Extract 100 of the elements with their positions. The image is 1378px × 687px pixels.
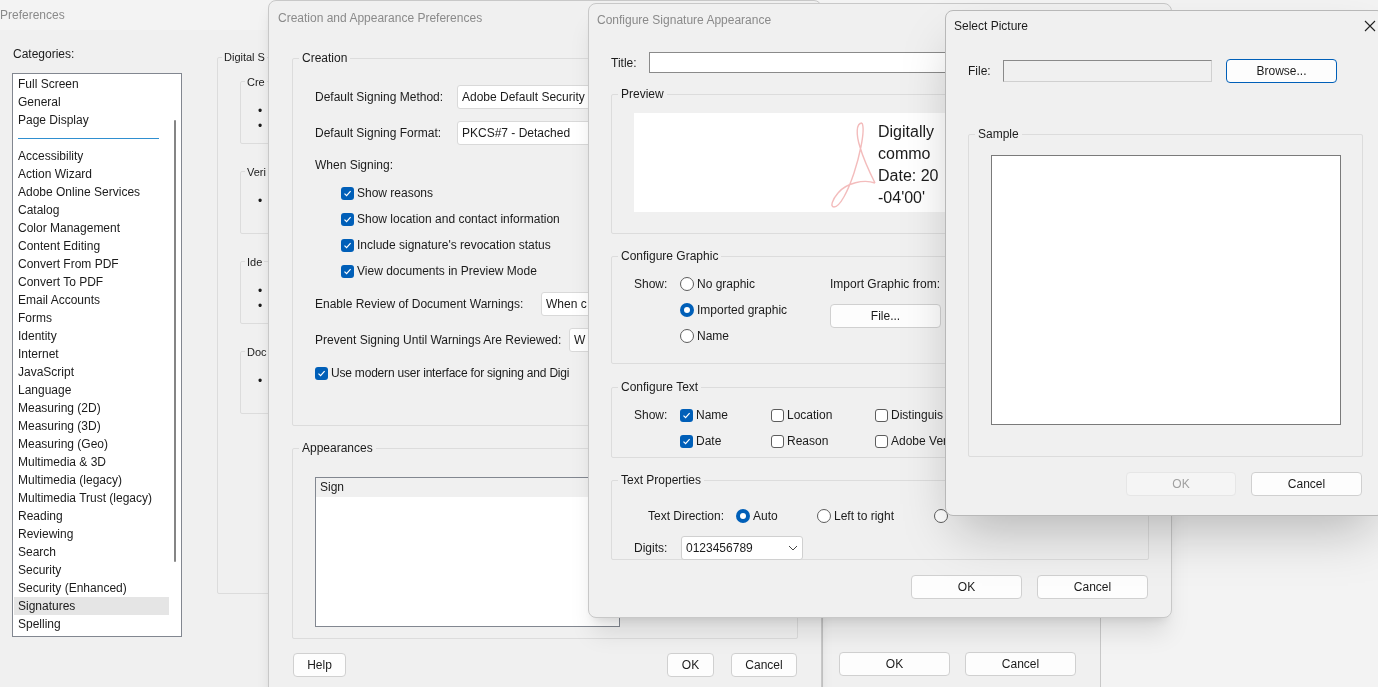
- category-item[interactable]: Search: [14, 543, 169, 561]
- window-title: Creation and Appearance Preferences: [278, 10, 483, 27]
- checkmark-icon: [343, 266, 352, 276]
- radio-button[interactable]: [680, 277, 694, 291]
- group-title: Digital S: [223, 50, 266, 65]
- push-button[interactable]: OK: [667, 653, 714, 677]
- field-label: File:: [968, 63, 992, 80]
- category-item[interactable]: Email Accounts: [14, 291, 169, 309]
- bullet-mark: •: [258, 194, 264, 209]
- push-button[interactable]: Cancel: [1251, 472, 1362, 496]
- category-item[interactable]: Catalog: [14, 201, 169, 219]
- checkbox[interactable]: [771, 434, 784, 448]
- preview-text: -04'00': [878, 188, 927, 208]
- preview-text: commo: [878, 144, 932, 164]
- radio-button[interactable]: [736, 509, 750, 523]
- radio-button[interactable]: [680, 329, 694, 343]
- bullet-mark: •: [258, 104, 264, 119]
- group-title: Text Properties: [620, 472, 703, 489]
- category-item[interactable]: Language: [14, 381, 169, 399]
- checkbox[interactable]: [341, 238, 354, 252]
- import-label: Import Graphic from:: [830, 276, 941, 293]
- category-item[interactable]: Identity: [14, 327, 169, 345]
- field-label: Show:: [634, 276, 669, 293]
- close-icon[interactable]: [1364, 19, 1376, 32]
- checkbox[interactable]: [875, 434, 888, 448]
- radio-label: Imported graphic: [697, 302, 788, 319]
- field-label: Digits:: [634, 540, 669, 557]
- checkbox[interactable]: [771, 408, 784, 422]
- category-item[interactable]: Content Editing: [14, 237, 169, 255]
- category-item[interactable]: Accessibility: [14, 147, 169, 165]
- radio-button[interactable]: [817, 509, 831, 523]
- checkbox-label: Reason: [787, 433, 829, 450]
- push-button[interactable]: File...: [830, 304, 941, 328]
- checkbox-label: Name: [696, 407, 728, 424]
- window-title: Select Picture: [954, 17, 1029, 35]
- category-item[interactable]: Adobe Online Services: [14, 183, 169, 201]
- field-label: Enable Review of Document Warnings:: [315, 296, 525, 313]
- categories-label: Categories:: [13, 47, 76, 61]
- group-title: Creation: [301, 50, 349, 67]
- field-label: Text Direction:: [648, 508, 726, 525]
- category-item[interactable]: Measuring (2D): [14, 399, 169, 417]
- category-item[interactable]: Signatures: [14, 597, 169, 615]
- file-path-field[interactable]: [1003, 60, 1212, 82]
- push-button[interactable]: Cancel: [965, 652, 1076, 676]
- category-item[interactable]: Measuring (3D): [14, 417, 169, 435]
- push-button[interactable]: Help: [293, 653, 346, 677]
- push-button[interactable]: OK: [839, 652, 950, 676]
- checkbox-label: Date: [696, 433, 722, 450]
- field-label: Title:: [611, 54, 638, 72]
- category-item[interactable]: Convert To PDF: [14, 273, 169, 291]
- window-title: Configure Signature Appearance: [597, 12, 772, 29]
- category-item[interactable]: Full Screen: [14, 75, 169, 93]
- category-item[interactable]: Security: [14, 561, 169, 579]
- category-item[interactable]: Multimedia (legacy): [14, 471, 169, 489]
- checkbox[interactable]: [315, 366, 328, 380]
- field-label: Show:: [634, 407, 669, 424]
- group-title: Veri: [246, 164, 267, 180]
- radio-label: Left to right: [834, 508, 895, 525]
- category-item[interactable]: Multimedia Trust (legacy): [14, 489, 169, 507]
- category-item[interactable]: Convert From PDF: [14, 255, 169, 273]
- field-label: Prevent Signing Until Warnings Are Reviewed:: [315, 332, 563, 349]
- category-item[interactable]: Reading: [14, 507, 169, 525]
- radio-button[interactable]: [934, 509, 948, 523]
- dropdown-value: When c: [546, 296, 587, 313]
- scrollbar-thumb[interactable]: [174, 120, 176, 562]
- bullet-mark: •: [258, 299, 264, 314]
- checkbox[interactable]: [680, 408, 693, 422]
- chevron-down-icon: [788, 545, 798, 551]
- category-item[interactable]: Action Wizard: [14, 165, 169, 183]
- push-button[interactable]: Cancel: [1037, 575, 1148, 599]
- push-button[interactable]: Browse...: [1226, 59, 1337, 83]
- category-item[interactable]: General: [14, 93, 169, 111]
- category-item[interactable]: Internet: [14, 345, 169, 363]
- dropdown[interactable]: 0123456789: [681, 536, 803, 560]
- category-item[interactable]: Spelling: [14, 615, 169, 633]
- checkmark-icon: [343, 214, 352, 224]
- checkbox[interactable]: [680, 434, 693, 448]
- field-label: Default Signing Method:: [315, 89, 445, 106]
- category-item[interactable]: Security (Enhanced): [14, 579, 169, 597]
- group-title: Configure Text: [620, 379, 700, 396]
- checkbox-label: Distinguis: [891, 407, 944, 424]
- checkbox[interactable]: [341, 212, 354, 226]
- category-item[interactable]: Reviewing: [14, 525, 169, 543]
- preview-text: Date: 20: [878, 166, 939, 186]
- category-item[interactable]: Page Display: [14, 111, 169, 129]
- category-item[interactable]: Multimedia & 3D: [14, 453, 169, 471]
- checkbox-label: View documents in Preview Mode: [357, 263, 537, 280]
- category-item[interactable]: JavaScript: [14, 363, 169, 381]
- push-button[interactable]: OK: [911, 575, 1022, 599]
- dropdown-value: PKCS#7 - Detached: [462, 125, 571, 142]
- category-item[interactable]: Forms: [14, 309, 169, 327]
- checkbox[interactable]: [341, 264, 354, 278]
- checkbox-label: Adobe Ver: [891, 433, 948, 450]
- category-item[interactable]: Measuring (Geo): [14, 435, 169, 453]
- checkbox[interactable]: [875, 408, 888, 422]
- checkbox[interactable]: [341, 186, 354, 200]
- group-title: Configure Graphic: [620, 248, 720, 265]
- category-item[interactable]: Color Management: [14, 219, 169, 237]
- push-button[interactable]: Cancel: [731, 653, 797, 677]
- radio-button[interactable]: [680, 303, 694, 317]
